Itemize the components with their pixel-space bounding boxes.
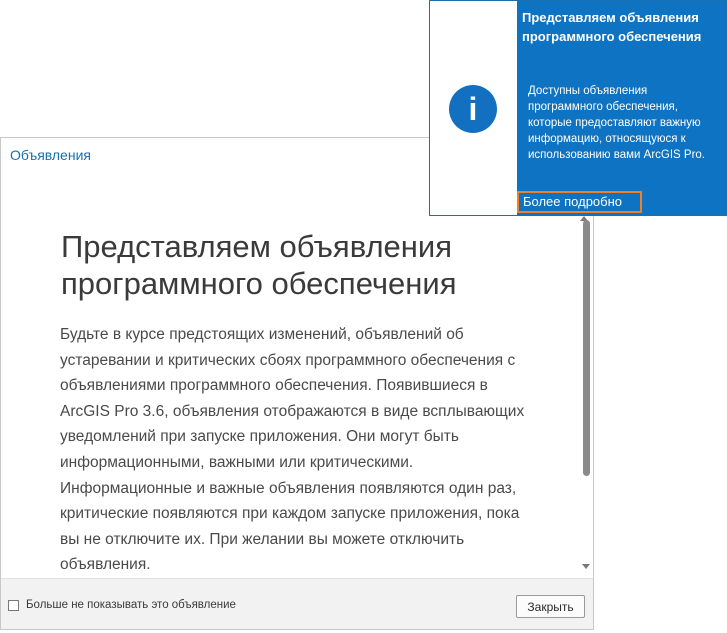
toast-title: Представляем объявления программного обе… — [522, 10, 702, 44]
announcement-heading: Представляем объявления программного обе… — [61, 229, 457, 301]
announcement-toast[interactable]: i Представляем объявления программного о… — [429, 0, 727, 216]
info-icon: i — [449, 85, 497, 133]
toast-message-panel: Представляем объявления программного обе… — [517, 1, 726, 215]
scroll-thumb[interactable] — [583, 220, 590, 476]
announcement-body: Будьте в курсе предстоящих изменений, об… — [60, 326, 525, 574]
dont-show-again-checkbox[interactable] — [8, 600, 19, 611]
content-scrollbar[interactable] — [579, 212, 593, 576]
toast-text: Доступны объявления программного обеспеч… — [528, 85, 706, 161]
dialog-title: Объявления — [10, 147, 91, 163]
scroll-down-arrow-icon[interactable] — [582, 564, 590, 569]
announcement-content: Представляем объявления программного обе… — [3, 174, 577, 578]
dont-show-again-label[interactable]: Больше не показывать это объявление — [26, 599, 236, 611]
toast-icon-area: i — [430, 1, 516, 215]
learn-more-link[interactable]: Более подробно — [517, 191, 642, 213]
dialog-footer: Больше не показывать это объявление Закр… — [1, 578, 593, 629]
close-button[interactable]: Закрыть — [516, 595, 585, 618]
